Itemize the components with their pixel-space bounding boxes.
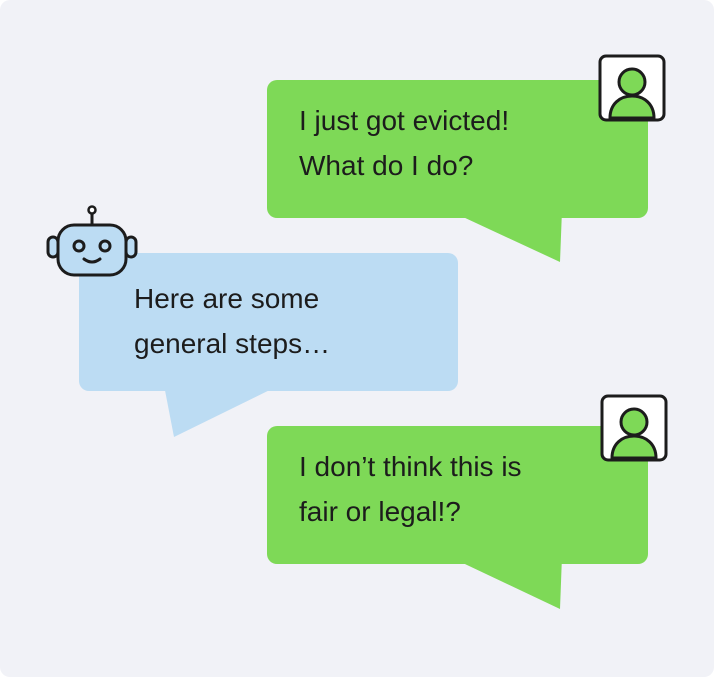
person-icon — [600, 394, 668, 462]
message-text-line: Here are some — [134, 283, 320, 314]
message-text-line: general steps… — [134, 328, 331, 359]
robot-icon — [46, 205, 138, 277]
user-message-bubble: I don’t think this is fair or legal!? — [267, 426, 648, 564]
message-text-line: fair or legal!? — [299, 496, 461, 527]
chat-illustration: I just got evicted! What do I do? Here a… — [0, 0, 714, 677]
person-icon — [598, 54, 666, 122]
message-text-line: What do I do? — [299, 150, 474, 181]
message-text-line: I don’t think this is — [299, 451, 522, 482]
user-message-bubble: I just got evicted! What do I do? — [267, 80, 648, 218]
message-text-line: I just got evicted! — [299, 105, 510, 136]
